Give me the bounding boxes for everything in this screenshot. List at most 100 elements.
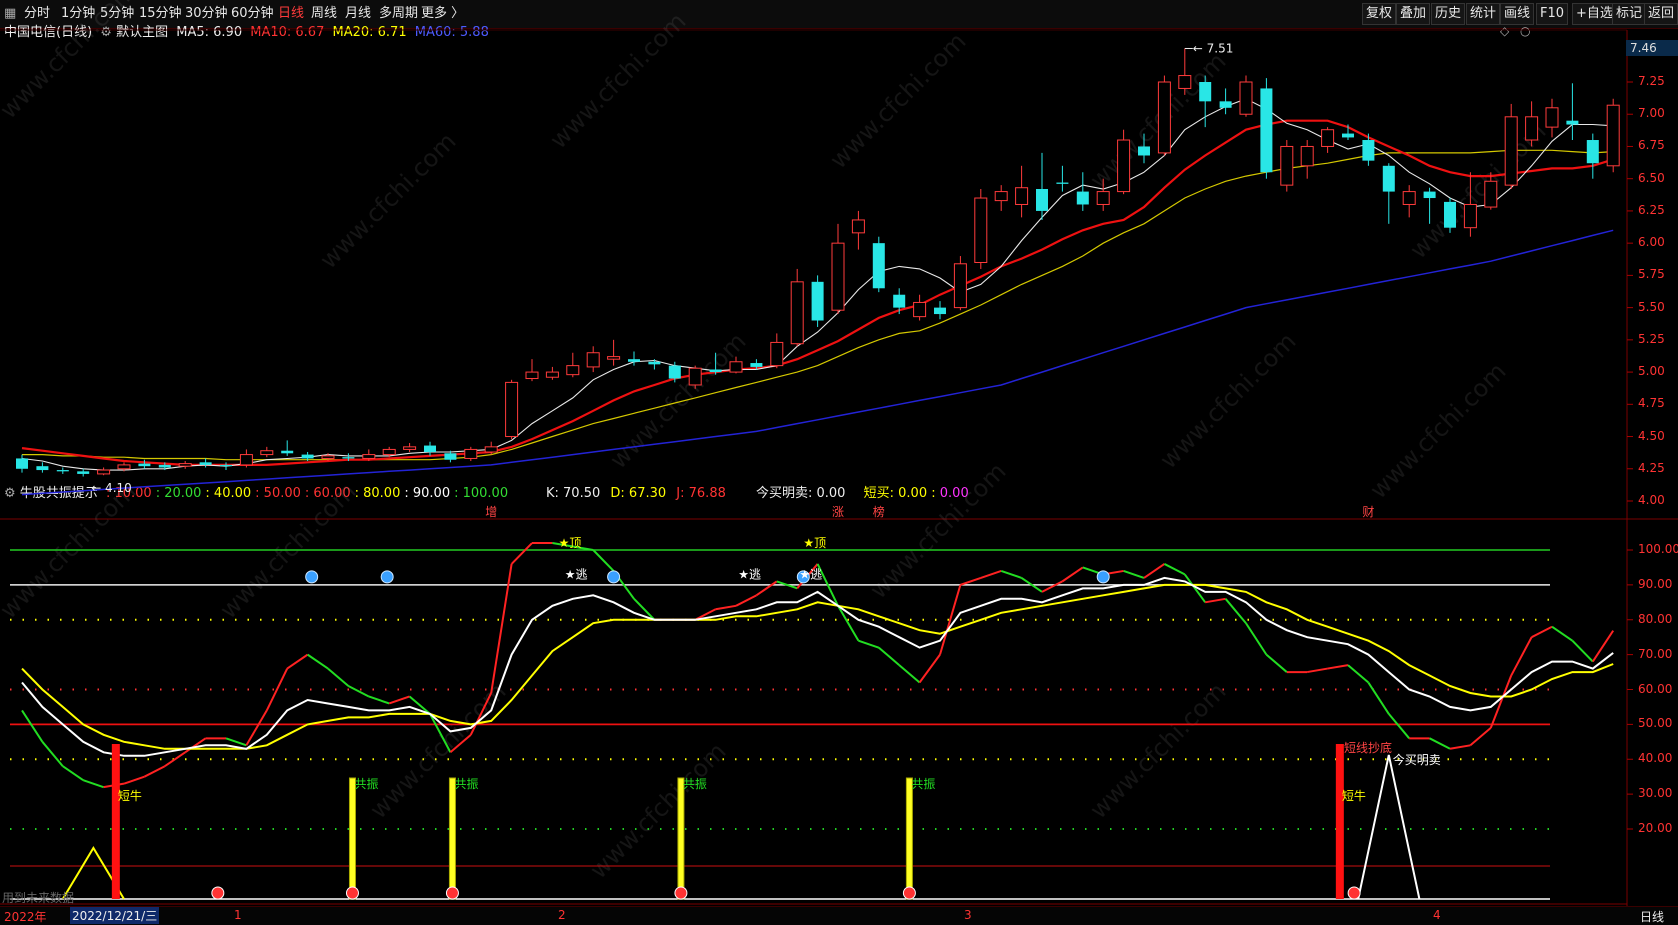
ind-tick-1: 90.00 [1638, 576, 1673, 591]
event-marker-2: 榜 [873, 504, 885, 519]
resonance-label-1: 共振 [454, 777, 478, 791]
j-seg-65 [1327, 664, 1349, 670]
resonance-label-3: 共振 [911, 777, 935, 791]
candle-body-8 [178, 463, 192, 467]
event-marker-0: 增 [485, 505, 497, 519]
watermark-13: www.cfchi.com [1084, 677, 1231, 824]
chart-canvas[interactable]: www.cfchi.com www.cfchi.com www.cfchi.com w… [0, 0, 1678, 924]
candle-body-23 [484, 446, 498, 453]
j-seg-16 [327, 667, 350, 687]
j-seg-35 [715, 604, 737, 611]
ind-tick-7: 30.00 [1638, 786, 1673, 801]
j-seg-51 [1041, 580, 1063, 593]
watermark-0: www.cfchi.com [0, 0, 141, 124]
candle-body-7 [158, 464, 171, 468]
j-seg-48 [980, 569, 1002, 579]
candle-body-78 [1606, 104, 1620, 167]
short-bull-label-1: 短牛 [1342, 788, 1366, 803]
period-indicator[interactable]: 日线 [1640, 908, 1664, 925]
j-seg-62 [1265, 653, 1288, 673]
j-seg-76 [1551, 625, 1573, 642]
j-seg-37 [755, 580, 778, 597]
price-tick-3: 6.50 [1638, 170, 1665, 185]
candle-body-28 [586, 352, 600, 368]
price-tick-7: 5.50 [1638, 299, 1665, 314]
candle-body-60 [1239, 81, 1253, 115]
ind-tick-3: 70.00 [1638, 646, 1673, 661]
future-data-note: 用到未来数据 [2, 891, 75, 905]
candle-body-76 [1566, 120, 1579, 125]
j-seg-67 [1367, 681, 1390, 715]
candle-body-69 [1423, 191, 1436, 199]
candle-body-54 [1117, 139, 1131, 193]
resonance-ball-0 [345, 886, 359, 900]
watermark-6: www.cfchi.com [864, 457, 1011, 604]
resonance-bar-3 [905, 777, 913, 900]
ind-tick-4: 60.00 [1638, 681, 1673, 696]
escape-label-0: ★逃 [565, 567, 588, 581]
candle-body-53 [1096, 191, 1110, 205]
ind-tick-6: 40.00 [1638, 751, 1673, 766]
candle-body-47 [974, 197, 988, 263]
top-label-0: ★顶 [559, 536, 582, 550]
j-seg-18 [368, 695, 390, 705]
date-month-3: 3 [964, 908, 972, 922]
ind-tick-0: 100.00 [1638, 542, 1678, 556]
j-seg-42 [858, 639, 880, 649]
watermark-14: www.cfchi.com [364, 677, 511, 824]
red-ball-b [1347, 886, 1361, 900]
j-seg-59 [1205, 597, 1226, 604]
j-seg-2 [41, 741, 64, 767]
j-seg-17 [347, 685, 370, 698]
short-bull-bar-1 [111, 744, 120, 899]
candle-body-72 [1484, 180, 1498, 208]
date-month-1: 1 [234, 908, 242, 922]
j-seg-61 [1245, 622, 1268, 656]
escape-label-2: ★逃 [799, 567, 822, 581]
price-tick-12: 4.25 [1638, 460, 1665, 475]
j-seg-66 [1347, 664, 1370, 684]
blue-ball-0 [305, 570, 319, 584]
candle-body-49 [1015, 187, 1029, 205]
blue-ball-2 [607, 570, 621, 584]
date-year: 2022年 [4, 910, 47, 924]
candle-body-42 [872, 243, 885, 289]
candle-body-3 [77, 471, 90, 474]
candle-body-63 [1300, 145, 1314, 167]
candle-body-2 [56, 470, 69, 472]
short-bull-bar-2 [1335, 744, 1344, 899]
j-seg-44 [898, 664, 921, 684]
j-seg-46 [939, 584, 962, 655]
candle-body-77 [1586, 140, 1599, 164]
j-seg-55 [1123, 569, 1145, 579]
candle-body-17 [362, 454, 376, 459]
candle-body-61 [1260, 88, 1273, 173]
top-label-1: ★顶 [803, 536, 826, 550]
candle-body-24 [505, 381, 519, 438]
j-seg-45 [918, 654, 941, 684]
price-tick-1: 7.00 [1638, 106, 1665, 121]
j-seg-52 [1061, 566, 1084, 583]
candle-body-1 [36, 466, 49, 471]
resonance-bar-2 [677, 777, 685, 900]
candle-body-43 [893, 294, 906, 308]
candle-body-52 [1076, 191, 1089, 205]
j-seg-56 [1143, 563, 1165, 579]
date-month-2: 2 [558, 908, 566, 922]
candle-body-50 [1036, 189, 1048, 211]
candle-body-39 [811, 281, 824, 321]
j-seg-70 [1429, 737, 1451, 750]
j-seg-24 [490, 563, 513, 694]
candle-body-73 [1504, 116, 1518, 186]
watermark-layer: www.cfchi.com www.cfchi.com www.cfchi.com w… [0, 0, 1551, 884]
spike-white [1357, 754, 1421, 900]
j-seg-71 [1449, 744, 1471, 750]
watermark-8: www.cfchi.com [1154, 327, 1301, 474]
candle-body-12 [260, 450, 274, 456]
candle-body-33 [688, 367, 702, 386]
j-seg-15 [307, 653, 329, 670]
resonance-ball-1 [445, 886, 459, 900]
price-tick-13: 4.00 [1638, 493, 1665, 507]
price-tick-11: 4.50 [1638, 428, 1665, 443]
candle-body-9 [199, 462, 212, 465]
